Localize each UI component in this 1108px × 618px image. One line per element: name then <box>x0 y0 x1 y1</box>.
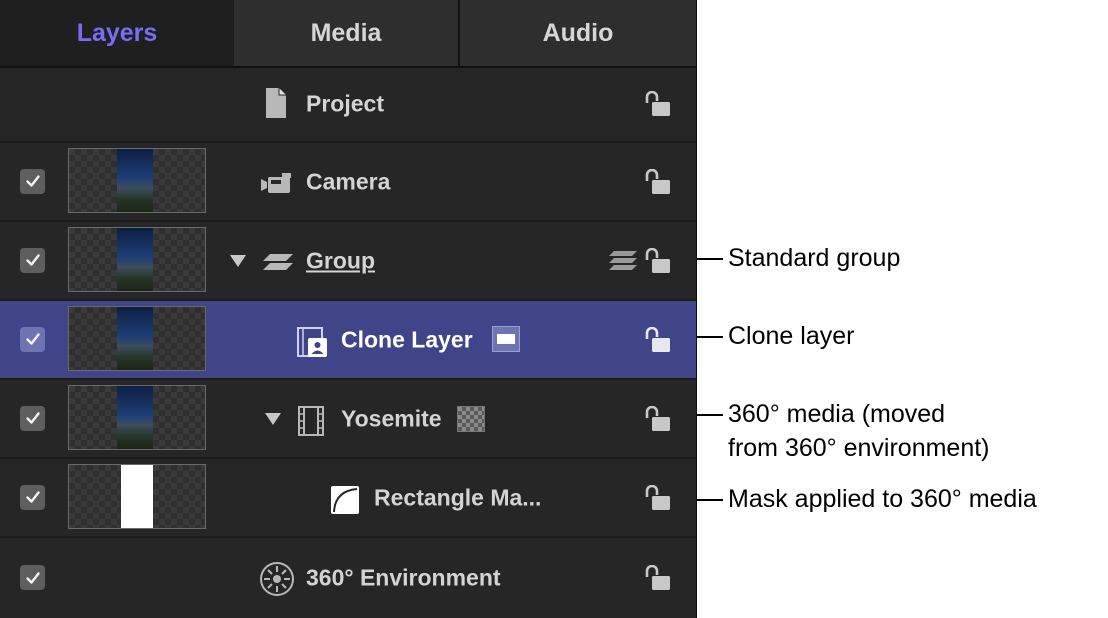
unlocked-icon[interactable] <box>642 565 672 591</box>
checkmark-icon <box>25 175 40 187</box>
checkerboard-swatch <box>457 406 485 432</box>
checkmark-icon <box>25 254 40 266</box>
layer-row-360-environment[interactable]: 360° Environment <box>0 538 696 618</box>
checkmark-icon <box>25 333 40 345</box>
tab-bar: Layers Media Audio <box>0 0 696 68</box>
clone-layer-icon <box>297 327 327 357</box>
stack-icon <box>609 251 637 270</box>
unlocked-icon[interactable] <box>642 405 672 432</box>
tab-audio[interactable]: Audio <box>458 0 696 66</box>
layer-thumbnail <box>68 148 206 213</box>
visibility-checkbox[interactable] <box>20 565 45 590</box>
film-strip-icon <box>298 406 324 436</box>
visibility-checkbox[interactable] <box>20 247 45 273</box>
disclosure-triangle-expanded-icon[interactable] <box>264 412 282 426</box>
visibility-checkbox[interactable] <box>20 168 45 194</box>
tab-layers[interactable]: Layers <box>0 0 234 66</box>
visibility-checkbox[interactable] <box>20 484 45 510</box>
tab-media[interactable]: Media <box>234 0 458 66</box>
unlocked-icon[interactable] <box>642 247 672 274</box>
layer-label: Project <box>306 90 384 116</box>
layer-row-camera[interactable]: Camera <box>0 143 696 222</box>
document-icon <box>266 88 286 118</box>
camera-icon <box>261 173 291 193</box>
callout-text: Standard group <box>728 244 901 272</box>
layer-row-clone-layer[interactable]: Clone Layer <box>0 301 696 380</box>
visibility-checkbox[interactable] <box>20 326 45 352</box>
checkmark-icon <box>25 571 40 584</box>
callout-text: Mask applied to 360° media <box>728 485 1037 513</box>
layer-row-group[interactable]: Group <box>0 222 696 301</box>
mask-shape-icon <box>331 486 359 514</box>
disclosure-triangle-expanded-icon[interactable] <box>229 254 247 268</box>
layer-thumbnail <box>68 227 206 292</box>
layer-label: 360° Environment <box>306 564 501 591</box>
callout-leader-line <box>697 414 723 416</box>
callout-leader-line <box>697 499 723 501</box>
unlocked-icon[interactable] <box>642 326 672 353</box>
callout-text-line-1: 360° media (moved <box>728 400 946 428</box>
layer-thumbnail <box>68 464 206 529</box>
layer-label: Yosemite <box>341 405 442 431</box>
callout-leader-line <box>697 336 723 338</box>
layer-label: Clone Layer <box>341 326 473 352</box>
layer-row-project[interactable]: Project <box>0 66 696 143</box>
unlocked-icon[interactable] <box>642 484 672 511</box>
white-rectangle-swatch <box>492 326 520 352</box>
layer-label: Rectangle Ma... <box>374 484 542 510</box>
group-layers-icon <box>263 254 293 270</box>
checkmark-icon <box>25 491 40 503</box>
layers-panel: Layers Media Audio Project Camera Group … <box>0 0 697 618</box>
layer-thumbnail <box>68 306 206 371</box>
layer-label: Camera <box>306 168 391 194</box>
layer-row-rectangle-mask[interactable]: Rectangle Ma... <box>0 459 696 538</box>
visibility-checkbox[interactable] <box>20 405 45 431</box>
callout-text: Clone layer <box>728 322 855 350</box>
unlocked-icon[interactable] <box>642 90 672 117</box>
layer-row-yosemite[interactable]: Yosemite <box>0 380 696 459</box>
checkmark-icon <box>25 412 40 424</box>
360-environment-icon <box>260 562 294 596</box>
layer-label: Group <box>306 247 375 273</box>
unlocked-icon[interactable] <box>642 168 672 195</box>
layer-thumbnail <box>68 385 206 450</box>
annotations: Standard group Clone layer 360° media (m… <box>697 0 1108 618</box>
callout-leader-line <box>697 258 723 260</box>
callout-text-line-2: from 360° environment) <box>728 434 990 462</box>
